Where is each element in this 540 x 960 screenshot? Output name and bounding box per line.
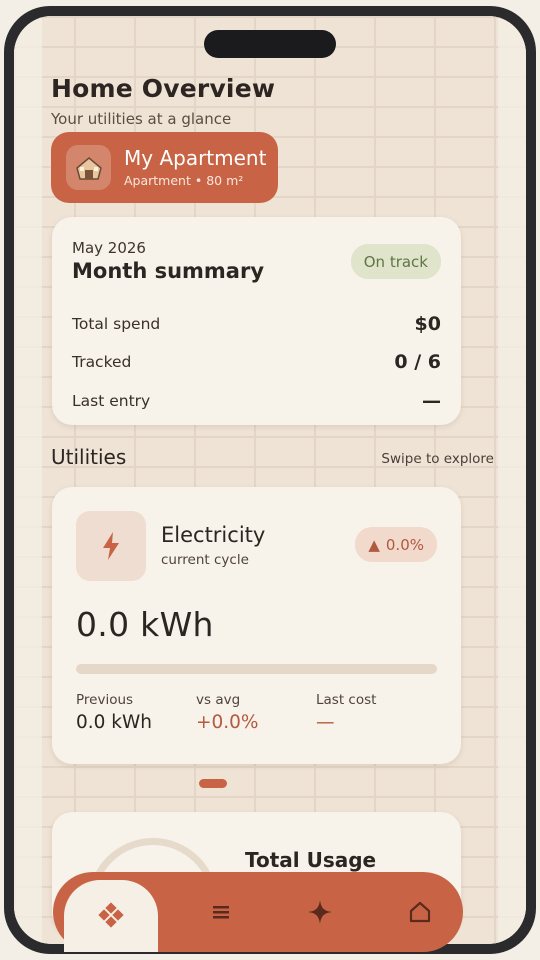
home-meta: Apartment • 80 m²: [124, 173, 244, 188]
list-icon: [213, 906, 229, 919]
row-label: Tracked: [72, 353, 132, 371]
summary-row: Last entry —: [72, 390, 441, 412]
page-subtitle: Your utilities at a glance: [51, 110, 232, 128]
stat-value: —: [316, 712, 335, 733]
usage-value: 0.0 kWh: [76, 605, 214, 644]
stat-value: 0.0 kWh: [76, 712, 153, 733]
row-value: 0 / 6: [394, 351, 441, 373]
row-label: Last entry: [72, 392, 151, 410]
nav-homes[interactable]: [375, 872, 465, 952]
nav-insights[interactable]: [275, 872, 365, 952]
utility-name: Electricity: [161, 523, 266, 547]
row-label: Total spend: [72, 315, 161, 333]
lightning-icon: [76, 511, 146, 581]
stat-label: Last cost: [316, 692, 377, 708]
utility-cycle: current cycle: [161, 552, 249, 568]
section-title: Utilities: [51, 445, 127, 469]
row-value: $0: [414, 313, 441, 335]
electricity-card[interactable]: Electricity current cycle ▲ 0.0% 0.0 kWh…: [52, 487, 461, 764]
usage-progress-bar: [76, 664, 437, 674]
house-icon: [66, 145, 111, 190]
summary-row: Total spend $0: [72, 313, 441, 335]
nav-home[interactable]: [64, 880, 158, 952]
page-indicator: [199, 779, 227, 788]
bottom-navigation: [53, 872, 463, 952]
summary-title: Month summary: [72, 259, 265, 283]
month-summary-card: May 2026 Month summary On track Total sp…: [52, 217, 461, 425]
total-usage-title: Total Usage: [245, 848, 377, 872]
sparkle-icon: [308, 900, 332, 924]
swipe-hint: Swipe to explore: [381, 451, 494, 467]
home-icon: [98, 902, 124, 928]
nav-list[interactable]: [176, 872, 266, 952]
trend-badge: ▲ 0.0%: [355, 527, 437, 562]
house-outline-icon: [409, 901, 431, 923]
summary-row: Tracked 0 / 6: [72, 351, 441, 373]
trend-value: 0.0%: [385, 535, 424, 554]
stat-value: +0.0%: [196, 712, 259, 733]
stat-vs-avg: vs avg +0.0%: [196, 692, 259, 733]
triangle-up-icon: ▲: [368, 535, 380, 554]
stat-last-cost: Last cost —: [316, 692, 376, 733]
summary-month: May 2026: [72, 239, 146, 257]
row-value: —: [422, 390, 441, 412]
camera-notch: [204, 30, 336, 58]
status-badge: On track: [350, 244, 441, 279]
page-title: Home Overview: [51, 74, 276, 103]
stat-label: Previous: [76, 692, 134, 708]
home-selector-button[interactable]: My Apartment Apartment • 80 m²: [51, 132, 278, 203]
stat-label: vs avg: [196, 692, 241, 708]
home-name: My Apartment: [124, 146, 267, 170]
stat-previous: Previous 0.0 kWh: [76, 692, 152, 733]
